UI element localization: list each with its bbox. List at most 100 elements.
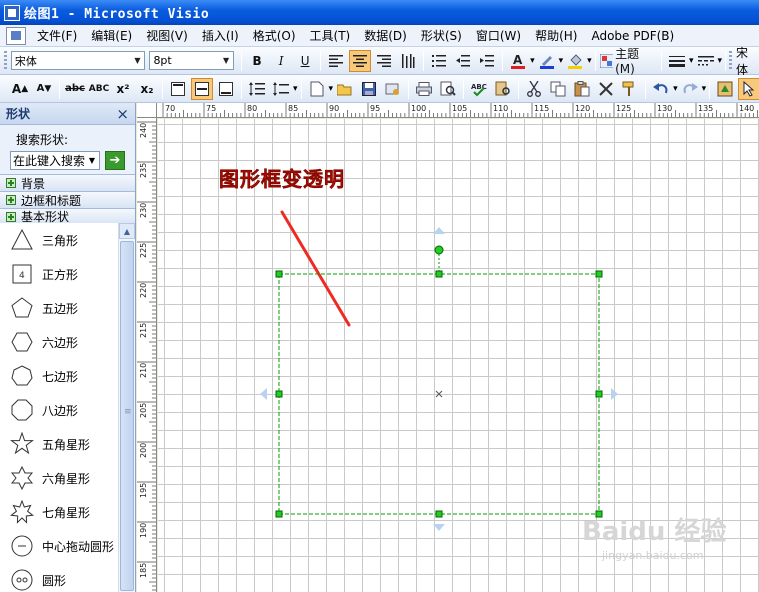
small-caps-button[interactable]: ABC <box>88 78 110 100</box>
line-color-button[interactable] <box>536 50 558 72</box>
increase-indent-button[interactable] <box>476 50 498 72</box>
underline-button[interactable]: U <box>294 50 316 72</box>
format-painter-button[interactable] <box>619 78 641 100</box>
chevron-down-icon[interactable]: ▾ <box>530 56 535 66</box>
research-button[interactable] <box>492 78 514 100</box>
redo-button[interactable] <box>679 78 701 100</box>
cut-button[interactable] <box>523 78 545 100</box>
shape-triangle[interactable]: 三角形 <box>0 223 118 257</box>
selection-handle-s[interactable] <box>435 510 443 518</box>
toolbar-grip[interactable] <box>4 50 7 71</box>
text-block-top-button[interactable] <box>167 78 189 100</box>
shape-heptagon[interactable]: 七边形 <box>0 359 118 393</box>
subscript-button[interactable]: x₂ <box>136 78 158 100</box>
open-button[interactable] <box>334 78 356 100</box>
shapes-scrollbar[interactable]: ▲ <box>118 223 135 592</box>
superscript-button[interactable]: x² <box>112 78 134 100</box>
font-family-combo[interactable]: 宋体 ▼ <box>10 51 146 70</box>
permission-button[interactable] <box>382 78 404 100</box>
shape-center-drag-circle[interactable]: 中心拖动圆形 <box>0 529 118 563</box>
bold-button[interactable]: B <box>246 50 268 72</box>
shape-square[interactable]: 4 正方形 <box>0 257 118 291</box>
menu-insert[interactable]: 插入(I) <box>195 26 246 46</box>
shape-six-point-star[interactable]: 六角星形 <box>0 461 118 495</box>
line-spacing-button[interactable] <box>246 78 268 100</box>
chevron-down-icon[interactable]: ▾ <box>559 56 564 66</box>
chevron-down-icon[interactable]: ▾ <box>673 84 678 94</box>
shape-five-point-star[interactable]: 五角星形 <box>0 427 118 461</box>
menu-format[interactable]: 格式(O) <box>246 26 303 46</box>
rotation-handle[interactable] <box>434 245 444 255</box>
document-icon[interactable] <box>6 26 26 45</box>
chevron-down-icon[interactable]: ▼ <box>219 52 233 69</box>
menu-tools[interactable]: 工具(T) <box>303 26 358 46</box>
menu-data[interactable]: 数据(D) <box>357 26 414 46</box>
font-color-button[interactable]: A <box>507 50 529 72</box>
distribute-vertical-button[interactable] <box>397 50 419 72</box>
align-center-button[interactable] <box>349 49 372 72</box>
chevron-down-icon[interactable]: ▾ <box>329 84 334 94</box>
visio-app-icon[interactable] <box>4 4 20 21</box>
increase-font-button[interactable]: A ▲ <box>9 78 31 100</box>
decrease-font-button[interactable]: A ▼ <box>33 78 55 100</box>
scroll-up-icon[interactable]: ▲ <box>119 223 135 239</box>
text-block-middle-button[interactable] <box>191 77 213 100</box>
selection-handle-nw[interactable] <box>275 270 283 278</box>
selection-handle-e[interactable] <box>595 390 603 398</box>
shape-circle[interactable]: 圆形 <box>0 563 118 592</box>
save-button[interactable] <box>358 78 380 100</box>
selection-handle-sw[interactable] <box>275 510 283 518</box>
chevron-down-icon[interactable]: ▾ <box>718 56 723 66</box>
align-right-button[interactable] <box>373 50 395 72</box>
copy-button[interactable] <box>547 78 569 100</box>
stencil-background[interactable]: 背景 <box>0 174 135 191</box>
menu-view[interactable]: 视图(V) <box>139 26 195 46</box>
align-left-button[interactable] <box>325 50 347 72</box>
toolbar-grip[interactable] <box>729 50 732 71</box>
print-preview-button[interactable] <box>437 78 459 100</box>
bullets-button[interactable] <box>428 50 450 72</box>
theme-button[interactable]: 主题(M) <box>599 47 657 76</box>
selection-handle-n[interactable] <box>435 270 443 278</box>
delete-button[interactable] <box>595 78 617 100</box>
italic-button[interactable]: I <box>270 50 292 72</box>
shape-pentagon[interactable]: 五边形 <box>0 291 118 325</box>
menu-adobe-pdf[interactable]: Adobe PDF(B) <box>584 26 681 46</box>
chevron-down-icon[interactable]: ▼ <box>130 52 144 69</box>
fill-color-button[interactable] <box>564 50 586 72</box>
chevron-down-icon[interactable]: ▾ <box>702 84 707 94</box>
connect-arrow-down-icon[interactable] <box>433 524 445 531</box>
stencil-borders-titles[interactable]: 边框和标题 <box>0 191 135 208</box>
spelling-button[interactable]: ABC <box>468 78 490 100</box>
line-pattern-button[interactable] <box>695 50 717 72</box>
shape-seven-point-star[interactable]: 七角星形 <box>0 495 118 529</box>
search-shapes-input[interactable]: 在此键入搜索 ▼ <box>10 151 100 170</box>
toolbar-options-icon[interactable]: ▾ <box>293 84 298 94</box>
drawing-canvas[interactable]: 图形框变透明 Baidu 经验 jingyan.baidu.com <box>158 119 759 592</box>
shape-octagon[interactable]: 八边形 <box>0 393 118 427</box>
undo-button[interactable] <box>650 78 672 100</box>
paste-button[interactable] <box>571 78 593 100</box>
search-go-button[interactable]: ➔ <box>105 151 125 170</box>
connect-arrow-left-icon[interactable] <box>260 388 267 400</box>
connect-arrow-up-icon[interactable] <box>433 227 445 234</box>
selection-handle-w[interactable] <box>275 390 283 398</box>
new-button[interactable] <box>306 78 328 100</box>
print-button[interactable] <box>413 78 435 100</box>
paragraph-spacing-button[interactable] <box>270 78 292 100</box>
pointer-tool-button[interactable] <box>738 77 759 100</box>
chevron-down-icon[interactable]: ▾ <box>587 56 592 66</box>
shape-hexagon[interactable]: 六边形 <box>0 325 118 359</box>
menu-help[interactable]: 帮助(H) <box>528 26 584 46</box>
font-size-combo[interactable]: 8pt ▼ <box>149 51 235 70</box>
menu-window[interactable]: 窗口(W) <box>469 26 528 46</box>
menu-edit[interactable]: 编辑(E) <box>84 26 139 46</box>
menu-file[interactable]: 文件(F) <box>30 26 84 46</box>
decrease-indent-button[interactable] <box>452 50 474 72</box>
connect-arrow-right-icon[interactable] <box>611 388 618 400</box>
font-combo-overflow[interactable]: 宋体 <box>736 44 759 78</box>
shapes-window-button[interactable] <box>714 78 736 100</box>
chevron-down-icon[interactable]: ▾ <box>689 56 694 66</box>
line-weight-button[interactable] <box>666 50 688 72</box>
menu-shape[interactable]: 形状(S) <box>414 26 469 46</box>
